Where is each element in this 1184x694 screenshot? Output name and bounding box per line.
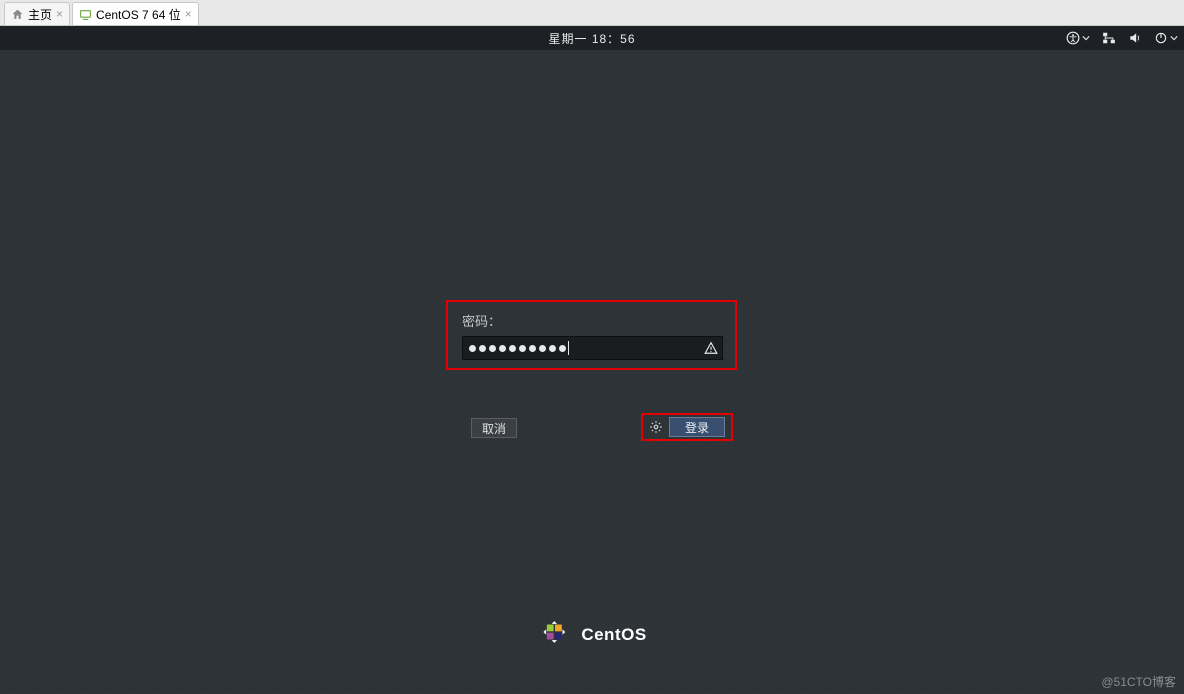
tab-home[interactable]: 主页 × — [4, 2, 70, 25]
network-icon[interactable] — [1102, 31, 1116, 45]
password-input[interactable] — [462, 336, 723, 360]
tab-home-label: 主页 — [28, 6, 52, 23]
gear-icon[interactable] — [649, 420, 663, 434]
os-logo-footer: CentOS — [537, 615, 646, 654]
centos-logo-icon — [537, 615, 571, 654]
vm-tab-bar: 主页 × CentOS 7 64 位 × — [0, 0, 1184, 26]
text-cursor — [568, 341, 569, 355]
system-tray — [1066, 26, 1178, 50]
gnome-topbar: 星期一 18：56 — [0, 26, 1184, 50]
warning-icon — [704, 341, 718, 360]
login-screen: 星期一 18：56 密码： — [0, 26, 1184, 694]
highlight-password: 密码： — [446, 300, 737, 370]
vm-icon — [79, 8, 92, 21]
accessibility-icon[interactable] — [1066, 31, 1090, 45]
watermark: @51CTO博客 — [1101, 673, 1176, 690]
tab-centos[interactable]: CentOS 7 64 位 × — [72, 2, 199, 25]
close-icon[interactable]: × — [185, 7, 192, 21]
close-icon[interactable]: × — [56, 7, 63, 21]
password-label: 密码： — [462, 311, 723, 330]
power-icon[interactable] — [1154, 31, 1178, 45]
home-icon — [11, 8, 24, 21]
login-button-label: 登录 — [685, 419, 709, 436]
os-name: CentOS — [581, 625, 646, 645]
login-button[interactable]: 登录 — [669, 417, 725, 437]
cancel-button[interactable]: 取消 — [471, 418, 517, 438]
password-mask — [469, 345, 566, 352]
clock[interactable]: 星期一 18：56 — [548, 30, 635, 47]
highlight-login: 登录 — [641, 413, 733, 441]
volume-icon[interactable] — [1128, 31, 1142, 45]
cancel-button-label: 取消 — [482, 420, 506, 437]
tab-centos-label: CentOS 7 64 位 — [96, 6, 181, 23]
